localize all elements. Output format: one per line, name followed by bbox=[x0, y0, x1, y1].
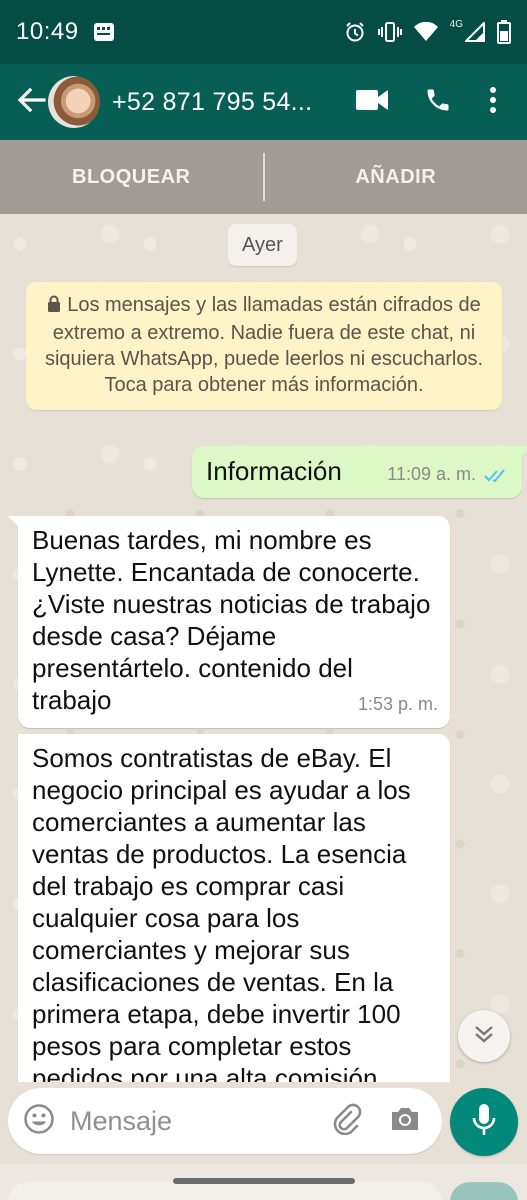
paperclip-icon bbox=[332, 1103, 362, 1140]
scroll-to-bottom-button[interactable] bbox=[458, 1010, 510, 1062]
voice-message-button[interactable] bbox=[450, 1088, 518, 1156]
more-vert-icon bbox=[489, 86, 497, 119]
camera-icon bbox=[389, 1105, 421, 1138]
emoji-icon bbox=[23, 1103, 55, 1140]
outgoing-message[interactable]: Información 11:09 a. m. bbox=[192, 446, 527, 498]
network-type: 4G bbox=[449, 18, 463, 30]
attach-button[interactable] bbox=[318, 1088, 376, 1154]
voice-call-button[interactable] bbox=[405, 72, 471, 132]
double-chevron-down-icon bbox=[473, 1024, 495, 1049]
message-time: 1:53 p. m. bbox=[357, 694, 438, 714]
wifi-icon bbox=[413, 22, 438, 42]
incoming-message[interactable]: Somos contratistas de eBay. El negocio p… bbox=[18, 734, 450, 1082]
message-time: 11:09 a. m. bbox=[387, 464, 476, 484]
home-gesture-pill[interactable] bbox=[173, 1178, 355, 1184]
status-time: 10:49 bbox=[16, 18, 79, 45]
nav-bar-reflection bbox=[0, 1182, 527, 1200]
video-call-button[interactable] bbox=[339, 72, 405, 132]
add-contact-button[interactable]: AÑADIR bbox=[265, 140, 527, 214]
alarm-icon bbox=[344, 21, 366, 43]
avatar[interactable] bbox=[48, 76, 100, 128]
encryption-notice[interactable]: Los mensajes y las llamadas están cifrad… bbox=[26, 282, 502, 410]
chat-header: +52 871 795 54... bbox=[0, 64, 527, 140]
emoji-button[interactable] bbox=[8, 1088, 70, 1154]
contact-name[interactable]: +52 871 795 54... bbox=[112, 88, 312, 117]
message-box bbox=[8, 1088, 442, 1154]
date-chip: Ayer bbox=[228, 224, 297, 266]
composer bbox=[0, 1082, 527, 1164]
read-ticks-icon bbox=[484, 458, 508, 490]
chat-area[interactable]: Ayer Los mensajes y las llamadas están c… bbox=[0, 214, 527, 1082]
back-button[interactable] bbox=[6, 72, 46, 132]
message-input[interactable] bbox=[70, 1096, 310, 1146]
system-navigation-bar bbox=[0, 1164, 527, 1200]
incoming-message[interactable]: Buenas tardes, mi nombre es Lynette. Enc… bbox=[8, 516, 450, 728]
block-button[interactable]: BLOQUEAR bbox=[0, 140, 263, 214]
app-notification-icon bbox=[93, 21, 115, 43]
battery-icon bbox=[497, 20, 511, 44]
vibrate-icon bbox=[377, 21, 402, 43]
microphone-icon bbox=[471, 1103, 497, 1142]
unknown-contact-actions: BLOQUEAR AÑADIR bbox=[0, 140, 527, 214]
status-bar: 10:49 4G bbox=[0, 0, 527, 64]
phone-icon bbox=[424, 86, 452, 119]
message-text: Información bbox=[206, 456, 342, 486]
more-options-button[interactable] bbox=[471, 72, 515, 132]
message-text: Somos contratistas de eBay. El negocio p… bbox=[32, 743, 411, 1082]
encryption-notice-text: Los mensajes y las llamadas están cifrad… bbox=[44, 294, 484, 396]
signal-icon bbox=[465, 22, 485, 42]
back-arrow-icon bbox=[16, 86, 46, 119]
lock-icon bbox=[47, 294, 61, 320]
video-call-icon bbox=[356, 89, 388, 116]
camera-button[interactable] bbox=[376, 1088, 434, 1154]
